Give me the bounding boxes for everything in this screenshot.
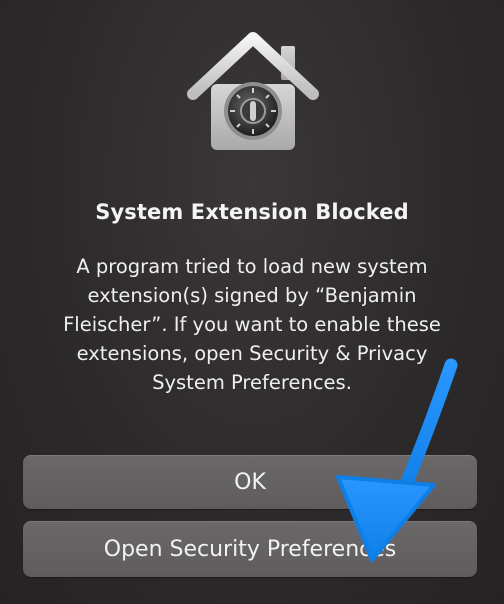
ok-button[interactable]: OK (23, 455, 477, 509)
dialog-title: System Extension Blocked (95, 200, 409, 224)
ok-button-label: OK (234, 469, 266, 495)
dialog-message: A program tried to load new system exten… (40, 252, 464, 397)
dialog-message-line: extensions, open Security & Privacy (76, 342, 428, 365)
dialog-message-line: extension(s) signed by “Benjamin (87, 284, 417, 307)
open-security-preferences-label: Open Security Preferences (103, 536, 397, 562)
alert-dialog: System Extension Blocked A program tried… (0, 0, 504, 604)
dialog-message-line: A program tried to load new system (76, 255, 428, 278)
dialog-message-line: System Preferences. (152, 371, 352, 394)
open-security-preferences-button[interactable]: Open Security Preferences (23, 521, 477, 577)
dialog-message-line: Fleischer”. If you want to enable these (63, 313, 441, 336)
security-house-vault-icon (183, 32, 323, 156)
